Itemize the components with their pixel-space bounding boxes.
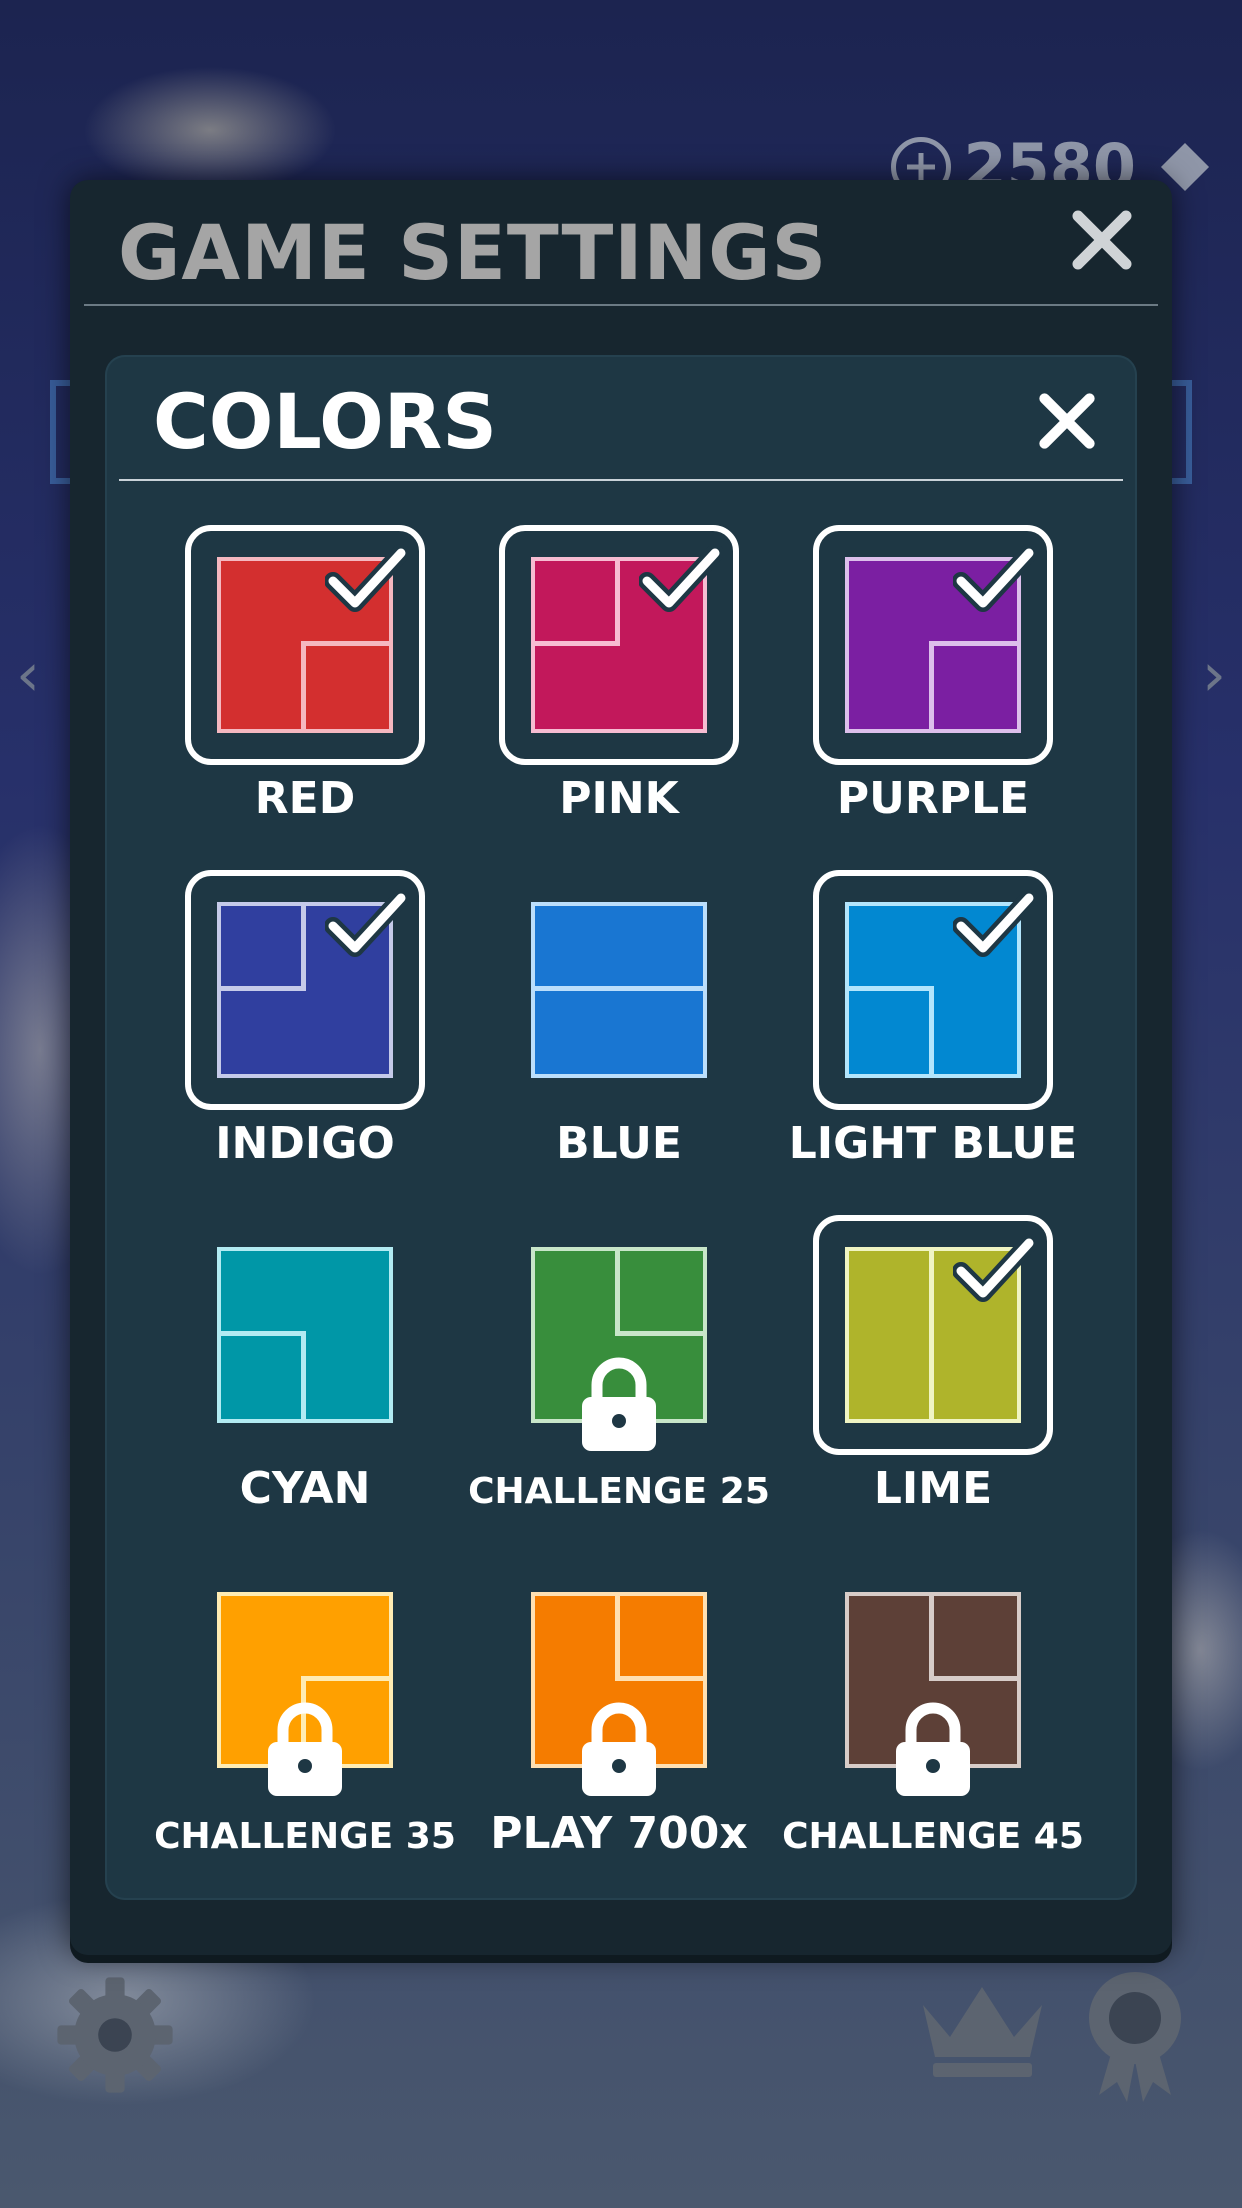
color-label: PURPLE (836, 773, 1030, 824)
color-label: PLAY 700x (490, 1808, 748, 1859)
colors-panel: COLORS RED PINK PURPLE INDIGO BLUE LIGHT BLUE… (105, 355, 1137, 1900)
color-label: LIGHT BLUE (788, 1118, 1078, 1169)
color-option-red[interactable]: RED (185, 525, 425, 870)
color-label: CHALLENGE 35 (154, 1816, 456, 1857)
color-option-cyan[interactable]: CYAN (185, 1215, 425, 1560)
divider (84, 304, 1158, 306)
divider (119, 479, 1123, 481)
color-label: CYAN (239, 1463, 371, 1514)
crown-icon[interactable] (915, 1975, 1050, 2085)
color-label: CHALLENGE 25 (468, 1471, 770, 1512)
badge-icon[interactable] (1085, 1970, 1185, 2105)
lock-icon (582, 1702, 656, 1796)
close-icon[interactable] (1037, 391, 1097, 451)
lock-icon (268, 1702, 342, 1796)
chevron-right-icon[interactable]: › (1202, 640, 1226, 710)
color-option-light-blue[interactable]: LIGHT BLUE (789, 870, 1077, 1215)
color-label: PINK (559, 773, 679, 824)
color-option-lime[interactable]: LIME (813, 1215, 1053, 1560)
color-label: BLUE (556, 1118, 682, 1169)
color-swatch (217, 1247, 393, 1423)
checkmark-icon (953, 889, 1037, 957)
close-icon[interactable] (1070, 208, 1134, 272)
diamond-icon (1160, 142, 1210, 191)
color-swatch (531, 902, 707, 1078)
color-option-blue[interactable]: BLUE (499, 870, 739, 1215)
color-option-indigo[interactable]: INDIGO (185, 870, 425, 1215)
chevron-left-icon[interactable]: ‹ (16, 640, 40, 710)
background-banner-right (1170, 380, 1192, 484)
color-option-pink[interactable]: PINK (499, 525, 739, 870)
background-banner-left (50, 380, 72, 484)
color-label: CHALLENGE 45 (782, 1816, 1084, 1857)
checkmark-icon (325, 544, 409, 612)
color-option-challenge-25[interactable]: CHALLENGE 25 (468, 1215, 770, 1560)
checkmark-icon (953, 1234, 1037, 1302)
checkmark-icon (953, 544, 1037, 612)
colors-title: COLORS (153, 377, 497, 466)
color-option-purple[interactable]: PURPLE (813, 525, 1053, 870)
color-option-challenge-35[interactable]: CHALLENGE 35 (154, 1560, 456, 1905)
settings-title: GAME SETTINGS (118, 208, 828, 297)
color-option-challenge-45[interactable]: CHALLENGE 45 (782, 1560, 1084, 1905)
color-label: INDIGO (215, 1118, 395, 1169)
lock-icon (582, 1357, 656, 1451)
checkmark-icon (639, 544, 723, 612)
color-label: RED (254, 773, 356, 824)
color-option-play-700x[interactable]: PLAY 700x (490, 1560, 748, 1905)
checkmark-icon (325, 889, 409, 957)
color-label: LIME (873, 1463, 993, 1514)
gear-icon[interactable] (55, 1975, 175, 2095)
lock-icon (896, 1702, 970, 1796)
